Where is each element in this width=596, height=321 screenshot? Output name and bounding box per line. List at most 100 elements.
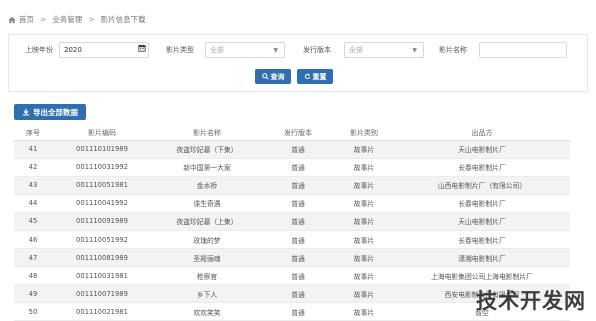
cell-version: 普通 bbox=[262, 140, 334, 159]
cell-code: 001110031981 bbox=[52, 266, 152, 286]
calendar-icon[interactable] bbox=[138, 44, 146, 52]
cell-code: 001110091989 bbox=[52, 212, 152, 231]
cell-category: 故事片 bbox=[334, 140, 394, 159]
cell-index: 43 bbox=[14, 176, 52, 195]
cell-index: 42 bbox=[14, 158, 52, 177]
cell-index: 41 bbox=[14, 140, 52, 159]
export-button-label: 导出全部数据 bbox=[33, 107, 78, 117]
cell-index: 44 bbox=[14, 194, 52, 213]
cell-code: 001110101989 bbox=[52, 140, 152, 159]
column-header-version[interactable]: 发行版本 bbox=[262, 126, 334, 141]
name-label: 影片名称 bbox=[439, 46, 467, 54]
cell-name: 欢欢笑笑 bbox=[152, 302, 262, 321]
year-label: 上映年份 bbox=[25, 46, 53, 54]
watermark: 技术开发网 bbox=[476, 289, 586, 313]
breadcrumb-current: 影片信息下载 bbox=[100, 15, 146, 24]
home-icon bbox=[8, 16, 16, 23]
cell-category: 故事片 bbox=[334, 302, 394, 321]
cell-name: 夜盗珍妃墓（上集） bbox=[152, 212, 262, 231]
chevron-down-icon: ▼ bbox=[273, 47, 278, 54]
version-value: 全部 bbox=[349, 46, 363, 54]
cell-code: 001110051992 bbox=[52, 230, 152, 250]
table-row[interactable]: 45 001110091989 夜盗珍妃墓（上集） 普通 故事片 天山电影制片厂 bbox=[14, 212, 570, 231]
cell-name: 新中国第一大案 bbox=[152, 158, 262, 177]
type-select[interactable]: 全部 ▼ bbox=[205, 42, 285, 58]
breadcrumb-separator: > bbox=[40, 15, 47, 24]
cell-version: 普通 bbox=[262, 176, 334, 195]
reset-button[interactable]: 重置 bbox=[297, 69, 333, 84]
export-all-button[interactable]: 导出全部数据 bbox=[14, 104, 86, 120]
table-row[interactable]: 41 001110101989 夜盗珍妃墓（下集） 普通 故事片 天山电影制片厂 bbox=[14, 140, 570, 159]
refresh-icon bbox=[304, 73, 310, 80]
cell-version: 普通 bbox=[262, 302, 334, 321]
breadcrumb-business[interactable]: 业务管理 bbox=[52, 14, 82, 25]
name-input[interactable] bbox=[479, 42, 567, 58]
version-select[interactable]: 全部 ▼ bbox=[344, 42, 424, 58]
cell-category: 故事片 bbox=[334, 266, 394, 286]
cell-category: 故事片 bbox=[334, 248, 394, 268]
cell-producer: 天山电影制片厂 bbox=[394, 212, 570, 231]
cell-producer: 长春电影制片厂 bbox=[394, 158, 570, 177]
breadcrumb-home[interactable]: 首页 bbox=[19, 14, 34, 25]
column-header-code[interactable]: 影片编码 bbox=[52, 126, 152, 141]
cell-index: 47 bbox=[14, 248, 52, 268]
column-header-index[interactable]: 序号 bbox=[14, 126, 52, 141]
cell-name: 乡下人 bbox=[152, 284, 262, 304]
table-header-row: 序号 影片编码 影片名称 发行版本 影片类别 出品方 bbox=[14, 126, 570, 141]
column-header-producer[interactable]: 出品方 bbox=[394, 126, 570, 141]
cell-producer: 天山电影制片厂 bbox=[394, 140, 570, 159]
column-header-category[interactable]: 影片类别 bbox=[334, 126, 394, 141]
year-input[interactable]: 2020 bbox=[59, 42, 149, 58]
breadcrumb: 首页 > 业务管理 > 影片信息下载 bbox=[8, 14, 146, 25]
cell-category: 故事片 bbox=[334, 158, 394, 177]
type-label: 影片类型 bbox=[166, 46, 194, 54]
chevron-down-icon: ▼ bbox=[412, 47, 417, 54]
cell-version: 普通 bbox=[262, 158, 334, 177]
table-row[interactable]: 44 001110041992 谍生奇遇 普通 故事片 长春电影制片厂 bbox=[14, 194, 570, 213]
cell-index: 50 bbox=[14, 302, 52, 321]
cell-producer: 上海电影集团公司上海电影制片厂 bbox=[394, 266, 570, 286]
year-value: 2020 bbox=[64, 46, 82, 54]
cell-category: 故事片 bbox=[334, 176, 394, 195]
version-label: 发行版本 bbox=[303, 46, 331, 54]
cell-producer: 山西电影制片厂（有限公司） bbox=[394, 176, 570, 195]
cell-index: 45 bbox=[14, 212, 52, 231]
cell-category: 故事片 bbox=[334, 284, 394, 304]
filter-panel: 上映年份 2020 影片类型 全部 ▼ 发行版本 全部 ▼ 影片名称 查询 重置 bbox=[8, 34, 588, 92]
cell-name: 玫瑰的梦 bbox=[152, 230, 262, 250]
type-value: 全部 bbox=[210, 46, 224, 54]
cell-category: 故事片 bbox=[334, 212, 394, 231]
cell-index: 49 bbox=[14, 284, 52, 304]
table-row[interactable]: 46 001110051992 玫瑰的梦 普通 故事片 长春电影制片厂 bbox=[14, 230, 570, 250]
search-button-label: 查询 bbox=[270, 72, 285, 81]
table-row[interactable]: 48 001110031981 枪察官 普通 故事片 上海电影集团公司上海电影制片厂 bbox=[14, 266, 570, 286]
table-row[interactable]: 47 001110081989 圣殿骊魂 普通 故事片 潇湘电影制片厂 bbox=[14, 248, 570, 268]
cell-name: 枪察官 bbox=[152, 266, 262, 286]
reset-button-label: 重置 bbox=[312, 72, 327, 81]
cell-name: 圣殿骊魂 bbox=[152, 248, 262, 268]
cell-index: 48 bbox=[14, 266, 52, 286]
cell-version: 普通 bbox=[262, 194, 334, 213]
cell-producer: 长春电影制片厂 bbox=[394, 194, 570, 213]
breadcrumb-separator: > bbox=[88, 15, 95, 24]
cell-category: 故事片 bbox=[334, 230, 394, 250]
cell-version: 普通 bbox=[262, 212, 334, 231]
table-row[interactable]: 43 001110051981 金水桥 普通 故事片 山西电影制片厂（有限公司） bbox=[14, 176, 570, 195]
cell-code: 001110021981 bbox=[52, 302, 152, 321]
cell-name: 谍生奇遇 bbox=[152, 194, 262, 213]
column-header-name[interactable]: 影片名称 bbox=[152, 126, 262, 141]
cell-version: 普通 bbox=[262, 230, 334, 250]
search-icon bbox=[261, 73, 269, 80]
table-row[interactable]: 42 001110031992 新中国第一大案 普通 故事片 长春电影制片厂 bbox=[14, 158, 570, 177]
cell-code: 001110071989 bbox=[52, 284, 152, 304]
cell-producer: 潇湘电影制片厂 bbox=[394, 248, 570, 268]
cell-version: 普通 bbox=[262, 266, 334, 286]
cell-index: 46 bbox=[14, 230, 52, 250]
cell-code: 001110081989 bbox=[52, 248, 152, 268]
cell-name: 金水桥 bbox=[152, 176, 262, 195]
search-button[interactable]: 查询 bbox=[255, 69, 291, 84]
cell-version: 普通 bbox=[262, 248, 334, 268]
cell-version: 普通 bbox=[262, 284, 334, 304]
download-icon bbox=[22, 108, 30, 116]
cell-category: 故事片 bbox=[334, 194, 394, 213]
